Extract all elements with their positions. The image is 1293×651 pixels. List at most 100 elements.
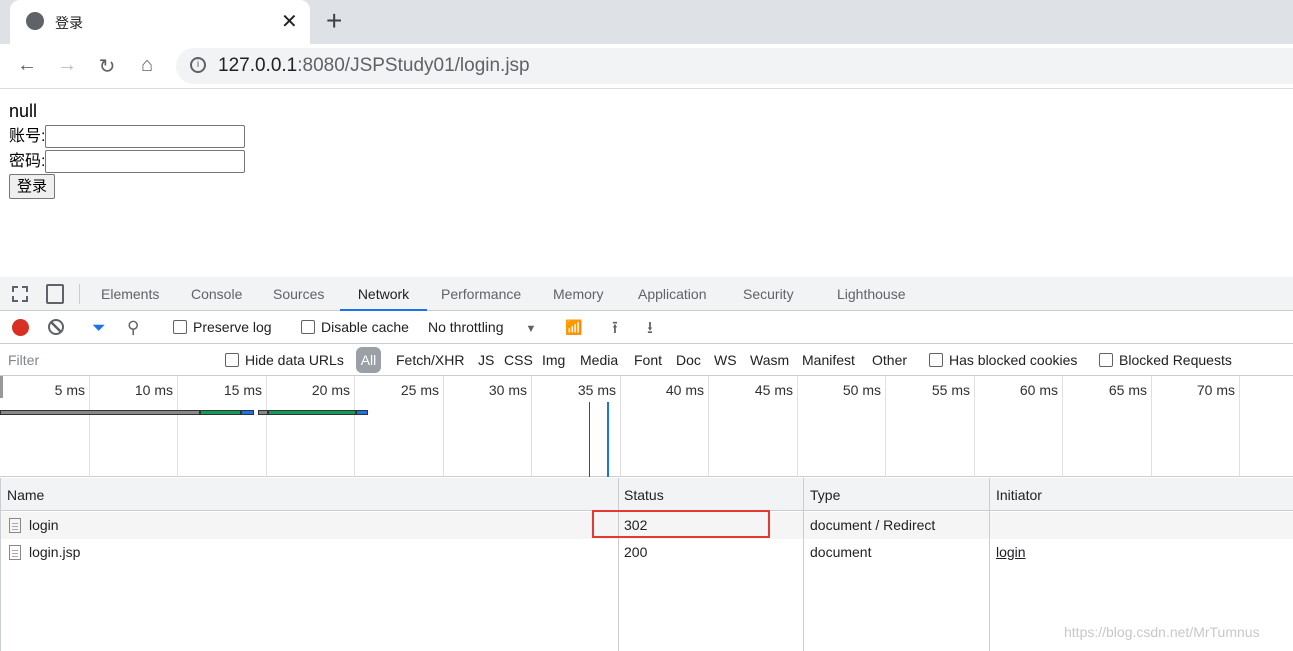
- preserve-log-label: Preserve log: [193, 319, 272, 335]
- filter-input[interactable]: Filter: [4, 347, 210, 371]
- type-js[interactable]: JS: [478, 344, 494, 376]
- tab-application[interactable]: Application: [638, 277, 707, 311]
- url-path: :8080/JSPStudy01/login.jsp: [297, 55, 530, 76]
- domcontentloaded-line: [607, 402, 609, 477]
- info-icon[interactable]: i: [190, 57, 206, 73]
- waterfall-bar-login-blue: [241, 410, 254, 415]
- timeline-tick-label: 30 ms: [488, 382, 527, 398]
- load-event-line: [589, 402, 590, 477]
- account-label: 账号:: [9, 128, 46, 145]
- type-fetch-xhr[interactable]: Fetch/XHR: [396, 344, 464, 376]
- document-icon: [9, 518, 21, 533]
- initiator-link[interactable]: login: [996, 539, 1026, 566]
- waterfall-bar-loginjsp-blue: [356, 410, 368, 415]
- timeline-gridline: [1239, 376, 1240, 477]
- type-wasm[interactable]: Wasm: [750, 344, 789, 376]
- new-tab-button[interactable]: +: [326, 5, 342, 37]
- filter-icon[interactable]: ⏷: [92, 311, 106, 344]
- url-text: 127.0.0.1:8080/JSPStudy01/login.jsp: [218, 55, 530, 77]
- tab-network[interactable]: Network: [340, 277, 427, 311]
- column-divider: [618, 478, 619, 651]
- type-css[interactable]: CSS: [504, 344, 533, 376]
- throttling-select[interactable]: No throttling ▼: [428, 311, 536, 346]
- url-host: 127.0.0.1: [218, 55, 298, 76]
- timeline-gridline: [354, 376, 355, 477]
- record-button[interactable]: [12, 319, 29, 336]
- browser-tab[interactable]: 登录 ✕: [10, 0, 310, 44]
- waterfall-bar-loginjsp-wait: [258, 410, 268, 415]
- timeline-tick-label: 5 ms: [54, 382, 85, 398]
- timeline-gridline: [1062, 376, 1063, 477]
- timeline-gridline: [974, 376, 975, 477]
- column-initiator[interactable]: Initiator: [996, 478, 1042, 513]
- tab-lighthouse[interactable]: Lighthouse: [837, 277, 906, 311]
- devtools-tabs: Elements Console Sources Network Perform…: [0, 277, 1293, 311]
- type-img[interactable]: Img: [542, 344, 565, 376]
- disable-cache-label: Disable cache: [321, 319, 409, 335]
- tab-console[interactable]: Console: [191, 277, 242, 311]
- column-status[interactable]: Status: [624, 478, 664, 513]
- row-status: 200: [624, 544, 648, 560]
- divider: [79, 284, 80, 304]
- password-input[interactable]: [45, 150, 246, 174]
- device-toolbar-icon[interactable]: [46, 284, 64, 304]
- import-har-icon[interactable]: ⭱: [612, 311, 618, 344]
- back-icon[interactable]: ←: [15, 54, 39, 77]
- disable-cache-checkbox[interactable]: Disable cache: [301, 311, 409, 344]
- has-blocked-cookies-checkbox[interactable]: Has blocked cookies: [929, 344, 1077, 376]
- close-tab-icon[interactable]: ✕: [281, 9, 298, 34]
- timeline-gridline: [620, 376, 621, 477]
- hide-data-urls-label: Hide data URLs: [245, 352, 344, 368]
- type-other[interactable]: Other: [872, 344, 907, 376]
- forward-icon[interactable]: →: [55, 54, 79, 77]
- reload-icon[interactable]: ↻: [95, 54, 119, 79]
- tab-security[interactable]: Security: [743, 277, 794, 311]
- tab-performance[interactable]: Performance: [441, 277, 521, 311]
- preserve-log-checkbox[interactable]: Preserve log: [173, 311, 272, 344]
- tab-title: 登录: [55, 15, 83, 31]
- document-icon: [9, 545, 21, 560]
- type-manifest[interactable]: Manifest: [802, 344, 855, 376]
- tab-sources[interactable]: Sources: [273, 277, 324, 311]
- search-icon[interactable]: ⚲: [127, 311, 139, 344]
- type-font[interactable]: Font: [634, 344, 662, 376]
- timeline-tick-label: 40 ms: [665, 382, 704, 398]
- tab-strip: 登录 ✕ +: [0, 0, 1293, 44]
- type-all[interactable]: All: [356, 347, 381, 373]
- timeline-overview[interactable]: 5 ms 10 ms 15 ms 20 ms 25 ms 30 ms 35 ms 40 ms 4…: [0, 376, 1293, 477]
- export-har-icon[interactable]: ⭳: [647, 311, 653, 344]
- timeline-tick-label: 60 ms: [1019, 382, 1058, 398]
- tab-memory[interactable]: Memory: [553, 277, 604, 311]
- login-button[interactable]: 登录: [9, 174, 56, 199]
- table-row[interactable]: login.jsp 200 document login: [0, 539, 1293, 566]
- timeline-gridline: [266, 376, 267, 477]
- timeline-gridline: [797, 376, 798, 477]
- timeline-gridline: [1151, 376, 1152, 477]
- clear-icon[interactable]: [48, 319, 64, 335]
- overview-handle[interactable]: [0, 376, 3, 398]
- page-content: null 账号: 密码: 登录: [9, 99, 246, 199]
- type-ws[interactable]: WS: [714, 344, 737, 376]
- column-divider: [989, 478, 990, 651]
- filter-bar: Filter Hide data URLs All Fetch/XHR JS C…: [0, 344, 1293, 376]
- hide-data-urls-checkbox[interactable]: Hide data URLs: [225, 344, 344, 376]
- timeline-tick-label: 20 ms: [311, 382, 350, 398]
- message-text: null: [9, 101, 38, 121]
- type-doc[interactable]: Doc: [676, 344, 701, 376]
- blocked-requests-checkbox[interactable]: Blocked Requests: [1099, 344, 1232, 376]
- tab-elements[interactable]: Elements: [101, 277, 159, 311]
- column-name[interactable]: Name: [7, 478, 44, 513]
- timeline-tick-label: 10 ms: [134, 382, 173, 398]
- column-type[interactable]: Type: [810, 478, 840, 513]
- blocked-requests-label: Blocked Requests: [1119, 352, 1232, 368]
- timeline-tick-label: 35 ms: [577, 382, 616, 398]
- account-input[interactable]: [45, 125, 246, 149]
- table-header: Name Status Type Initiator: [0, 478, 1293, 511]
- network-conditions-icon[interactable]: 📶: [565, 311, 582, 344]
- watermark: https://blog.csdn.net/MrTumnus: [1064, 624, 1260, 640]
- inspect-element-icon[interactable]: [12, 286, 28, 302]
- url-input[interactable]: i 127.0.0.1:8080/JSPStudy01/login.jsp: [176, 48, 1293, 84]
- type-media[interactable]: Media: [580, 344, 618, 376]
- home-icon[interactable]: ⌂: [135, 54, 159, 77]
- timeline-gridline: [177, 376, 178, 477]
